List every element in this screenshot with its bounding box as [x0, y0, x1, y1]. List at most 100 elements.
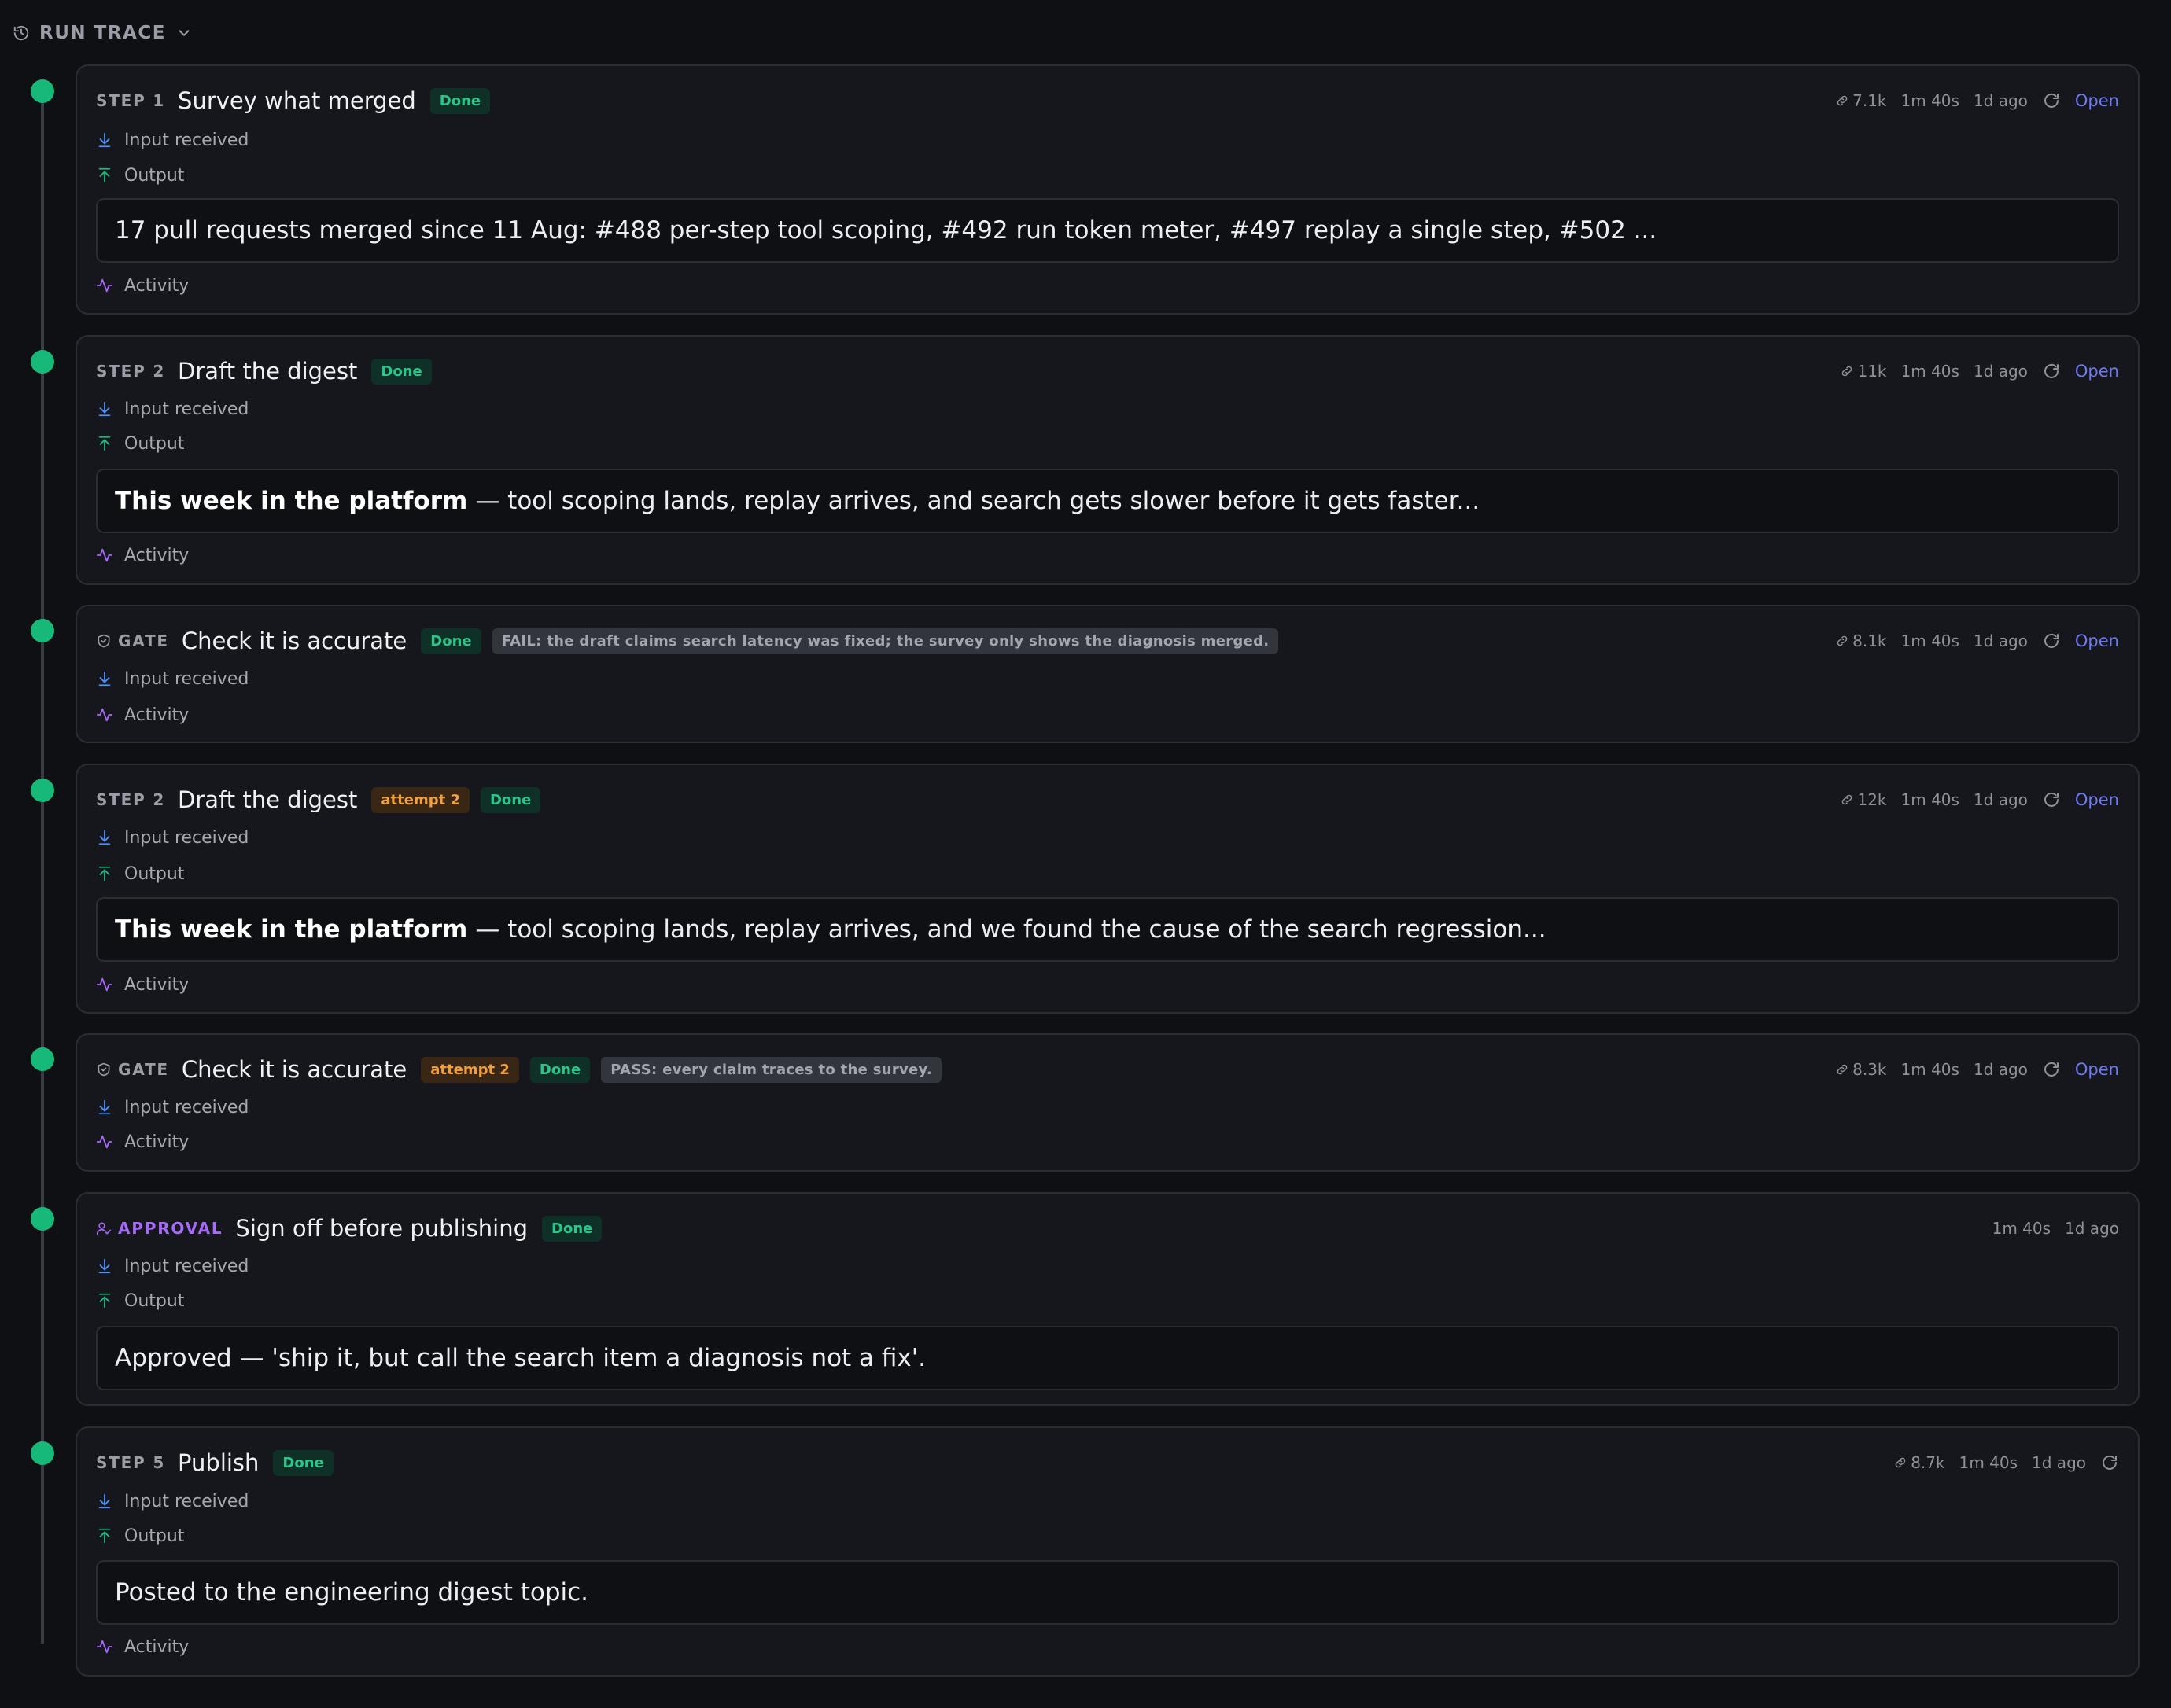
step-header: GATE Check it is accurate Done FAIL: the… — [96, 624, 2119, 658]
replay-button[interactable] — [2042, 790, 2061, 809]
replay-button[interactable] — [2042, 362, 2061, 381]
step-title: Check it is accurate — [181, 628, 407, 654]
output-row[interactable]: Output — [96, 1288, 184, 1313]
approval-card[interactable]: APPROVAL Sign off before publishing Done… — [76, 1192, 2140, 1406]
step-header: STEP 2 Draft the digest attempt 2 Done 1… — [96, 782, 2119, 817]
activity-row[interactable]: Activity — [96, 1634, 189, 1659]
open-link[interactable]: Open — [2075, 362, 2119, 381]
replay-button[interactable] — [2100, 1453, 2119, 1472]
gate-card[interactable]: GATE Check it is accurate Done FAIL: the… — [76, 605, 2140, 743]
open-link[interactable]: Open — [2075, 631, 2119, 650]
activity-row[interactable]: Activity — [96, 543, 189, 568]
output-row[interactable]: Output — [96, 163, 184, 188]
duration: 1m 40s — [1959, 1453, 2018, 1472]
status-badge: Done — [480, 786, 541, 813]
input-received-row[interactable]: Input received — [96, 1253, 249, 1279]
token-count: 12k — [1840, 790, 1887, 809]
input-received-row[interactable]: Input received — [96, 1489, 249, 1514]
timestamp: 1d ago — [1973, 91, 2028, 110]
output-preview: This week in the platform — tool scoping… — [96, 897, 2119, 962]
input-received-row[interactable]: Input received — [96, 127, 249, 153]
activity-row[interactable]: Activity — [96, 972, 189, 997]
status-badge: Done — [371, 358, 432, 385]
step-title: Draft the digest — [178, 786, 358, 813]
link-icon — [1835, 634, 1849, 648]
step-kind: STEP 5 — [96, 1453, 166, 1472]
step-title: Survey what merged — [178, 87, 416, 114]
shield-icon — [96, 1062, 112, 1077]
replay-button[interactable] — [2042, 631, 2061, 650]
timestamp: 1d ago — [1973, 1060, 2028, 1079]
activity-icon — [96, 976, 113, 993]
step-kind: STEP 1 — [96, 91, 166, 110]
status-badge: Done — [529, 1056, 591, 1083]
activity-icon — [96, 706, 113, 723]
activity-row[interactable]: Activity — [96, 702, 189, 727]
step-kind: APPROVAL — [96, 1219, 223, 1238]
output-preview: Posted to the engineering digest topic. — [96, 1560, 2119, 1625]
token-count: 8.3k — [1835, 1060, 1887, 1079]
output-row[interactable]: Output — [96, 1523, 184, 1548]
step-header: STEP 5 Publish Done 8.7k 1m 40s 1d ago — [96, 1445, 2119, 1480]
step-meta: 11k 1m 40s 1d ago Open — [1840, 362, 2119, 381]
step-meta: 7.1k 1m 40s 1d ago Open — [1835, 91, 2119, 110]
token-count: 11k — [1840, 362, 1887, 381]
refresh-icon — [2100, 1453, 2119, 1472]
step-card[interactable]: STEP 5 Publish Done 8.7k 1m 40s 1d ago I… — [76, 1426, 2140, 1677]
upload-icon — [96, 1292, 113, 1309]
link-icon — [1835, 94, 1849, 108]
token-count: 8.7k — [1893, 1453, 1945, 1472]
replay-button[interactable] — [2042, 1060, 2061, 1079]
step-card[interactable]: STEP 1 Survey what merged Done 7.1k 1m 4… — [76, 64, 2140, 315]
step-meta: 8.7k 1m 40s 1d ago — [1893, 1453, 2119, 1472]
input-received-row[interactable]: Input received — [96, 396, 249, 421]
activity-row[interactable]: Activity — [96, 273, 189, 298]
step-header: STEP 2 Draft the digest Done 11k 1m 40s … — [96, 354, 2119, 388]
step-kind: STEP 2 — [96, 362, 166, 381]
step-title: Sign off before publishing — [235, 1215, 529, 1242]
status-dot — [31, 1207, 54, 1231]
output-text: — tool scoping lands, replay arrives, an… — [475, 915, 1546, 944]
step-card[interactable]: STEP 2 Draft the digest Done 11k 1m 40s … — [76, 335, 2140, 585]
gate-card[interactable]: GATE Check it is accurate attempt 2 Done… — [76, 1033, 2140, 1172]
gate-verdict-badge: PASS: every claim traces to the survey. — [601, 1056, 942, 1083]
timestamp: 1d ago — [1973, 631, 2028, 650]
status-dot — [31, 79, 54, 103]
download-icon — [96, 829, 113, 846]
history-icon — [13, 24, 30, 42]
link-icon — [1893, 1456, 1907, 1470]
output-text: — tool scoping lands, replay arrives, an… — [475, 487, 1480, 515]
link-icon — [1840, 793, 1854, 807]
duration: 1m 40s — [1900, 790, 1959, 809]
run-trace-title: RUN TRACE — [39, 23, 166, 43]
input-received-row[interactable]: Input received — [96, 666, 249, 691]
link-icon — [1835, 1062, 1849, 1077]
step-header: GATE Check it is accurate attempt 2 Done… — [96, 1052, 2119, 1087]
open-link[interactable]: Open — [2075, 91, 2119, 110]
download-icon — [96, 131, 113, 149]
output-row[interactable]: Output — [96, 861, 184, 886]
replay-button[interactable] — [2042, 91, 2061, 110]
status-badge: Done — [273, 1449, 334, 1476]
step-kind: GATE — [96, 1060, 169, 1079]
status-dot — [31, 779, 54, 802]
timestamp: 1d ago — [2032, 1453, 2086, 1472]
input-received-row[interactable]: Input received — [96, 825, 249, 850]
download-icon — [96, 400, 113, 418]
run-trace-header[interactable]: RUN TRACE — [13, 19, 193, 47]
open-link[interactable]: Open — [2075, 790, 2119, 809]
status-badge: Done — [421, 628, 481, 654]
shield-icon — [96, 633, 112, 649]
step-header: STEP 1 Survey what merged Done 7.1k 1m 4… — [96, 83, 2119, 118]
timestamp: 1d ago — [2065, 1219, 2119, 1238]
download-icon — [96, 1257, 113, 1275]
activity-icon — [96, 1638, 113, 1655]
step-meta: 8.3k 1m 40s 1d ago Open — [1835, 1060, 2119, 1079]
input-received-row[interactable]: Input received — [96, 1095, 249, 1120]
upload-icon — [96, 865, 113, 882]
step-meta: 1m 40s 1d ago — [1992, 1219, 2119, 1238]
output-row[interactable]: Output — [96, 431, 184, 456]
activity-row[interactable]: Activity — [96, 1129, 189, 1154]
open-link[interactable]: Open — [2075, 1060, 2119, 1079]
step-card[interactable]: STEP 2 Draft the digest attempt 2 Done 1… — [76, 764, 2140, 1014]
